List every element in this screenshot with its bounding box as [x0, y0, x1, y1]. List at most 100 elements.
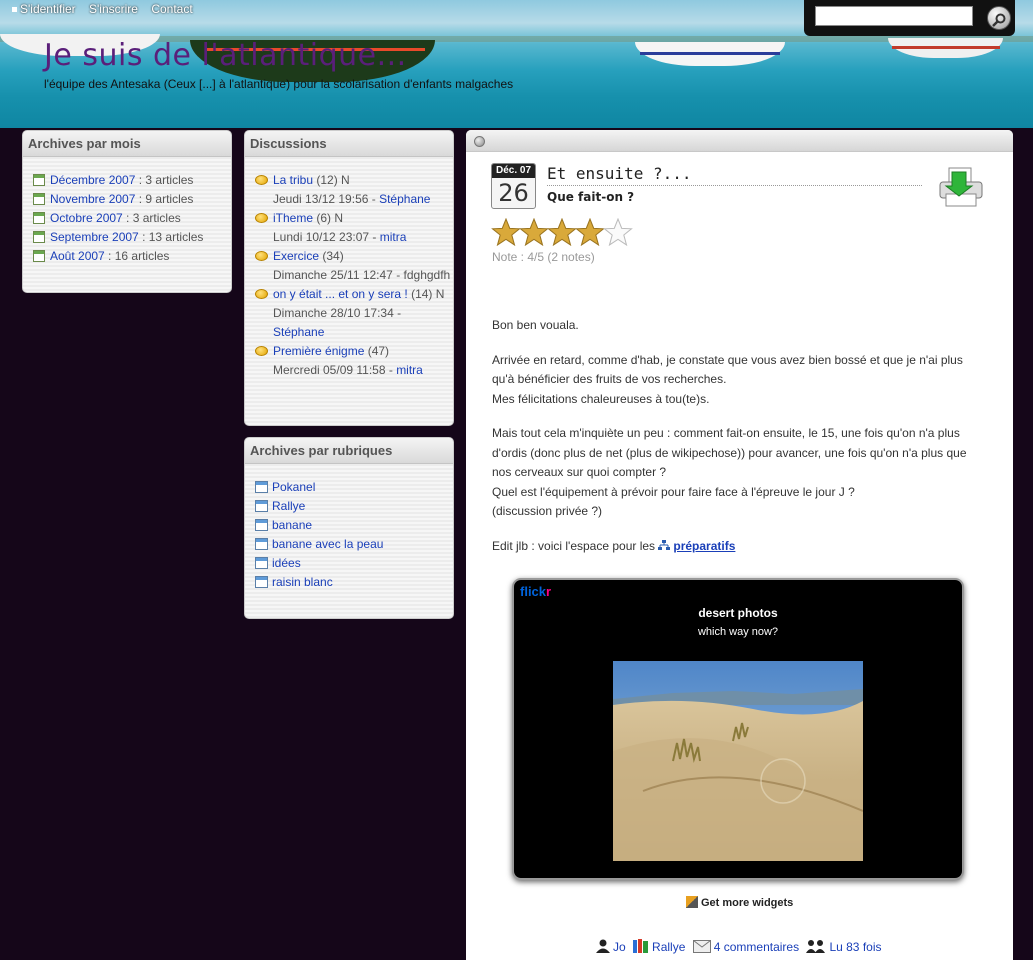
category-icon	[255, 538, 268, 550]
category-link[interactable]: idées	[272, 556, 301, 570]
discussion-count: (47)	[364, 344, 390, 358]
flickr-heading: desert photos	[698, 606, 778, 620]
login-link[interactable]: S'identifier	[20, 2, 76, 16]
archive-month-item: Décembre 2007 : 3 articles	[33, 171, 231, 190]
archives-by-category-box: Archives par rubriques Pokanel Rallye bana…	[244, 437, 454, 619]
article-subtitle: Que fait-on ?	[547, 190, 635, 204]
author-link[interactable]: Jo	[613, 940, 626, 954]
reads-link[interactable]: Lu 83 fois	[829, 940, 881, 954]
star-filled-icon[interactable]	[575, 218, 605, 246]
discussion-date: Lundi 10/12 23:07 -	[273, 230, 380, 244]
discussion-topic-link[interactable]: La tribu	[273, 173, 313, 187]
bullet-icon	[12, 7, 17, 13]
calendar-icon	[33, 250, 45, 262]
search-box	[804, 0, 1015, 36]
comments-link[interactable]: 4 commentaires	[714, 940, 799, 954]
discussion-date: Dimanche 28/10 17:34 -	[273, 306, 402, 320]
category-icon	[255, 500, 268, 512]
get-more-widgets-label: Get more widgets	[701, 897, 794, 909]
contact-link[interactable]: Contact	[151, 2, 192, 16]
discussion-count: (6) N	[313, 211, 344, 225]
article-text: Mais tout cela m'inquiète un peu : comme…	[492, 426, 967, 479]
archive-month-item: Août 2007 : 16 articles	[33, 247, 231, 266]
discussion-bubble-icon	[255, 251, 268, 261]
archive-month-link[interactable]: Décembre 2007	[50, 173, 135, 187]
article-text: Edit jlb : voici l'espace pour les	[492, 538, 659, 553]
category-icon	[255, 576, 268, 588]
calendar-icon	[33, 231, 45, 243]
boat-decoration	[640, 52, 780, 55]
category-item: Pokanel	[255, 478, 453, 497]
star-filled-icon[interactable]	[519, 218, 549, 246]
printer-icon[interactable]	[936, 166, 986, 210]
search-button[interactable]	[987, 6, 1011, 30]
site-title[interactable]: Je suis de l'atlantique...	[44, 38, 407, 73]
discussion-topic-link[interactable]: Exercice	[273, 249, 319, 263]
discussion-author-link[interactable]: mitra	[380, 230, 407, 244]
archive-month-item: Octobre 2007 : 3 articles	[33, 209, 231, 228]
books-icon	[633, 939, 649, 953]
site-tagline: l'équipe des Antesaka (Ceux [...] à l'at…	[44, 77, 514, 91]
category-link[interactable]: banane avec la peau	[272, 537, 383, 551]
archive-month-count: : 3 articles	[122, 211, 181, 225]
calendar-icon	[33, 193, 45, 205]
calendar-icon	[33, 212, 45, 224]
discussion-bubble-icon	[255, 346, 268, 356]
archive-month-link[interactable]: Novembre 2007	[50, 192, 135, 206]
article-title[interactable]: Et ensuite ?...	[547, 164, 922, 186]
header-banner: S'identifier S'inscrire Contact Je suis …	[0, 0, 1033, 128]
preparatifs-link[interactable]: préparatifs	[673, 539, 735, 553]
discussion-date: Mercredi 05/09 11:58 -	[273, 363, 397, 377]
category-icon	[255, 557, 268, 569]
article-paragraph: Edit jlb : voici l'espace pour les prépa…	[492, 537, 988, 557]
discussion-topic-link[interactable]: on y était ... et on y sera !	[273, 287, 408, 301]
get-more-widgets-link[interactable]: Get more widgets	[686, 896, 793, 909]
article-text: Mes félicitations chaleureuses à tou(te)…	[492, 391, 710, 406]
register-link[interactable]: S'inscrire	[89, 2, 138, 16]
discussion-author-link[interactable]: Stéphane	[379, 192, 430, 206]
date-badge: Déc. 07 26	[491, 163, 536, 209]
category-item: raisin blanc	[255, 573, 453, 592]
date-day: 26	[498, 179, 529, 207]
star-filled-icon[interactable]	[547, 218, 577, 246]
archive-month-link[interactable]: Octobre 2007	[50, 211, 123, 225]
category-item: Rallye	[255, 497, 453, 516]
star-rating[interactable]	[491, 218, 633, 249]
discussions-title: Discussions	[245, 131, 453, 157]
search-input[interactable]	[815, 6, 973, 26]
article-text: Arrivée en retard, comme d'hab, je const…	[492, 352, 963, 387]
archives-by-month-title: Archives par mois	[23, 131, 231, 157]
discussion-topic-link[interactable]: iTheme	[273, 211, 313, 225]
category-link[interactable]: banane	[272, 518, 312, 532]
category-link[interactable]: raisin blanc	[272, 575, 333, 589]
category-link[interactable]: Pokanel	[272, 480, 315, 494]
discussion-topic-link[interactable]: Première énigme	[273, 344, 364, 358]
category-link[interactable]: Rallye	[272, 499, 305, 513]
star-filled-icon[interactable]	[491, 218, 521, 246]
archive-month-link[interactable]: Août 2007	[50, 249, 105, 263]
article-text: Quel est l'équipement à prévoir pour fai…	[492, 484, 855, 499]
flickr-subheading: which way now?	[697, 626, 779, 638]
boat-decoration	[892, 46, 1000, 49]
archive-month-item: Novembre 2007 : 9 articles	[33, 190, 231, 209]
discussion-count: (12) N	[313, 173, 350, 187]
category-link[interactable]: Rallye	[652, 940, 685, 954]
date-month: Déc. 07	[492, 164, 535, 178]
archive-month-count: : 16 articles	[104, 249, 170, 263]
discussion-author-link[interactable]: mitra	[396, 363, 423, 377]
article-header-bar	[466, 130, 1013, 152]
desert-photo[interactable]	[613, 661, 863, 861]
discussion-count: (34)	[319, 249, 344, 263]
archive-month-count: : 9 articles	[135, 192, 194, 206]
archives-by-category-title: Archives par rubriques	[245, 438, 453, 464]
archive-month-item: Septembre 2007 : 13 articles	[33, 228, 231, 247]
discussion-author-link[interactable]: Stéphane	[273, 325, 324, 339]
discussion-bubble-icon	[255, 213, 268, 223]
sitemap-icon	[658, 539, 671, 550]
calendar-icon	[33, 174, 45, 186]
star-empty-icon[interactable]	[603, 218, 633, 246]
flickr-logo[interactable]: flickr	[520, 584, 551, 599]
archive-month-link[interactable]: Septembre 2007	[50, 230, 139, 244]
rating-note: Note : 4/5 (2 notes)	[492, 250, 595, 264]
panel-button-icon[interactable]	[474, 136, 485, 147]
